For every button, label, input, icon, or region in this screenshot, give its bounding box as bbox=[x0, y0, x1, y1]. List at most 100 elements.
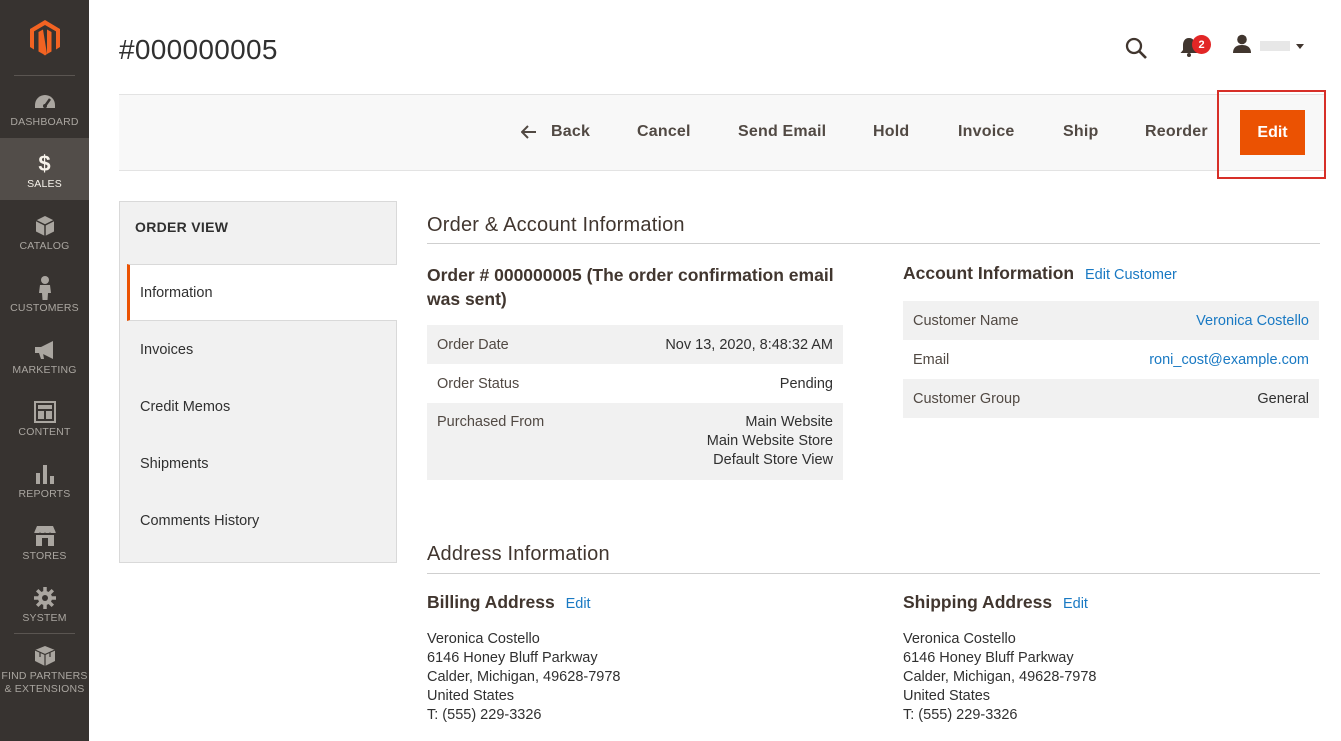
order-title: Order # 000000005 (The order confirmatio… bbox=[427, 265, 834, 309]
nav-label: STORES bbox=[22, 550, 67, 562]
nav-label: DASHBOARD bbox=[10, 116, 79, 128]
billing-address-label: Billing Address bbox=[427, 592, 555, 612]
person-icon bbox=[33, 276, 57, 300]
nav-label: CATALOG bbox=[19, 240, 70, 252]
layout-icon bbox=[33, 400, 57, 424]
tabs-title: ORDER VIEW bbox=[135, 219, 229, 235]
nav-label: MARKETING bbox=[12, 364, 77, 376]
order-status-label: Order Status bbox=[437, 375, 520, 392]
arrow-left-icon bbox=[521, 125, 536, 139]
nav-label: SYSTEM bbox=[22, 612, 67, 624]
edit-shipping-address-link[interactable]: Edit bbox=[1063, 596, 1088, 612]
purchased-from-value: Main Website Main Website Store Default … bbox=[707, 413, 833, 480]
address-line: 6146 Honey Bluff Parkway bbox=[427, 650, 598, 666]
tab-comments-history[interactable]: Comments History bbox=[127, 492, 397, 549]
table-row: Purchased From Main Website Main Website… bbox=[427, 403, 843, 480]
box-icon bbox=[33, 214, 57, 238]
store-icon bbox=[33, 524, 57, 548]
order-info-table: Order Date Nov 13, 2020, 8:48:32 AM Orde… bbox=[427, 325, 843, 480]
table-row: Email roni_cost@example.com bbox=[903, 340, 1319, 379]
ship-button[interactable]: Ship bbox=[1063, 121, 1098, 143]
nav-label: CONTENT bbox=[18, 426, 71, 438]
send-email-button[interactable]: Send Email bbox=[738, 121, 826, 143]
section-divider bbox=[427, 573, 1320, 574]
nav-label: REPORTS bbox=[18, 488, 71, 500]
back-button[interactable]: Back bbox=[521, 121, 590, 143]
address-line: T: (555) 229-3326 bbox=[903, 707, 1018, 723]
account-information-label: Account Information bbox=[903, 263, 1075, 283]
edit-button-highlight-box bbox=[1217, 90, 1326, 179]
dashboard-icon bbox=[33, 90, 57, 114]
dollar-icon: $ bbox=[38, 151, 51, 176]
shipping-address-block: Veronica Costello 6146 Honey Bluff Parkw… bbox=[903, 630, 1096, 725]
nav-item-marketing[interactable]: MARKETING bbox=[0, 324, 89, 386]
customer-email-link[interactable]: roni_cost@example.com bbox=[1149, 352, 1309, 368]
shipping-address-label: Shipping Address bbox=[903, 592, 1053, 612]
megaphone-icon bbox=[33, 338, 57, 362]
purchased-from-line: Main Website bbox=[745, 414, 833, 430]
nav-item-content[interactable]: CONTENT bbox=[0, 386, 89, 448]
account-information-title: Account Information Edit Customer bbox=[903, 263, 1177, 284]
table-row: Order Status Pending bbox=[427, 364, 843, 403]
address-line: United States bbox=[903, 688, 991, 704]
extensions-icon bbox=[33, 644, 57, 668]
tab-shipments[interactable]: Shipments bbox=[127, 435, 397, 492]
chevron-down-icon bbox=[1296, 43, 1304, 49]
nav-item-catalog[interactable]: CATALOG bbox=[0, 200, 89, 262]
billing-address-block: Veronica Costello 6146 Honey Bluff Parkw… bbox=[427, 630, 620, 725]
order-status-value: Pending bbox=[779, 375, 833, 392]
nav-label: SALES bbox=[27, 178, 62, 190]
table-row: Customer Name Veronica Costello bbox=[903, 301, 1319, 340]
table-row: Customer Group General bbox=[903, 379, 1319, 418]
order-date-label: Order Date bbox=[437, 336, 509, 353]
cancel-button[interactable]: Cancel bbox=[637, 121, 691, 143]
nav-item-system[interactable]: SYSTEM bbox=[0, 572, 89, 634]
customer-group-value: General bbox=[1257, 390, 1309, 407]
hold-button[interactable]: Hold bbox=[873, 121, 909, 143]
nav-item-dashboard[interactable]: DASHBOARD bbox=[0, 76, 89, 138]
user-name-redacted bbox=[1260, 41, 1290, 51]
customer-name-link[interactable]: Veronica Costello bbox=[1196, 313, 1309, 329]
nav-item-reports[interactable]: REPORTS bbox=[0, 448, 89, 510]
order-date-value: Nov 13, 2020, 8:48:32 AM bbox=[665, 336, 833, 353]
address-line: United States bbox=[427, 688, 515, 704]
purchased-from-label: Purchased From bbox=[437, 414, 545, 430]
tab-information[interactable]: Information bbox=[127, 264, 397, 321]
tab-invoices[interactable]: Invoices bbox=[127, 321, 397, 378]
customer-group-label: Customer Group bbox=[913, 390, 1021, 407]
nav-item-stores[interactable]: STORES bbox=[0, 510, 89, 572]
invoice-button[interactable]: Invoice bbox=[958, 121, 1015, 143]
nav-item-find-partners[interactable]: FIND PARTNERS & EXTENSIONS bbox=[0, 634, 89, 714]
user-icon bbox=[1232, 34, 1252, 59]
order-account-section-title: Order & Account Information bbox=[427, 214, 685, 236]
nav-item-sales[interactable]: $ SALES bbox=[0, 138, 89, 200]
shipping-address-title: Shipping Address Edit bbox=[903, 592, 1088, 613]
table-row: Order Date Nov 13, 2020, 8:48:32 AM bbox=[427, 325, 843, 364]
user-account-menu[interactable] bbox=[1232, 34, 1308, 59]
edit-billing-address-link[interactable]: Edit bbox=[566, 596, 591, 612]
address-line: Calder, Michigan, 49628-7978 bbox=[427, 669, 621, 685]
purchased-from-line: Default Store View bbox=[713, 452, 833, 468]
nav-label: FIND PARTNERS & EXTENSIONS bbox=[1, 670, 88, 695]
search-icon[interactable] bbox=[1124, 36, 1148, 60]
gear-icon bbox=[33, 586, 57, 610]
notification-count-badge: 2 bbox=[1192, 35, 1211, 54]
section-divider bbox=[427, 243, 1320, 244]
address-line: Veronica Costello bbox=[427, 631, 540, 647]
bar-chart-icon bbox=[33, 462, 57, 486]
nav-item-customers[interactable]: CUSTOMERS bbox=[0, 262, 89, 324]
billing-address-title: Billing Address Edit bbox=[427, 592, 591, 613]
edit-customer-link[interactable]: Edit Customer bbox=[1085, 267, 1177, 283]
customer-name-label: Customer Name bbox=[913, 312, 1019, 329]
address-line: Veronica Costello bbox=[903, 631, 1016, 647]
magento-logo-icon[interactable] bbox=[0, 0, 89, 76]
page-title: #000000005 bbox=[119, 34, 278, 65]
email-label: Email bbox=[913, 351, 950, 368]
address-line: T: (555) 229-3326 bbox=[427, 707, 542, 723]
address-line: 6146 Honey Bluff Parkway bbox=[903, 650, 1074, 666]
tab-credit-memos[interactable]: Credit Memos bbox=[127, 378, 397, 435]
address-section-title: Address Information bbox=[427, 543, 610, 565]
reorder-button[interactable]: Reorder bbox=[1145, 121, 1208, 143]
account-info-table: Customer Name Veronica Costello Email ro… bbox=[903, 301, 1319, 418]
nav-label: CUSTOMERS bbox=[10, 302, 79, 314]
